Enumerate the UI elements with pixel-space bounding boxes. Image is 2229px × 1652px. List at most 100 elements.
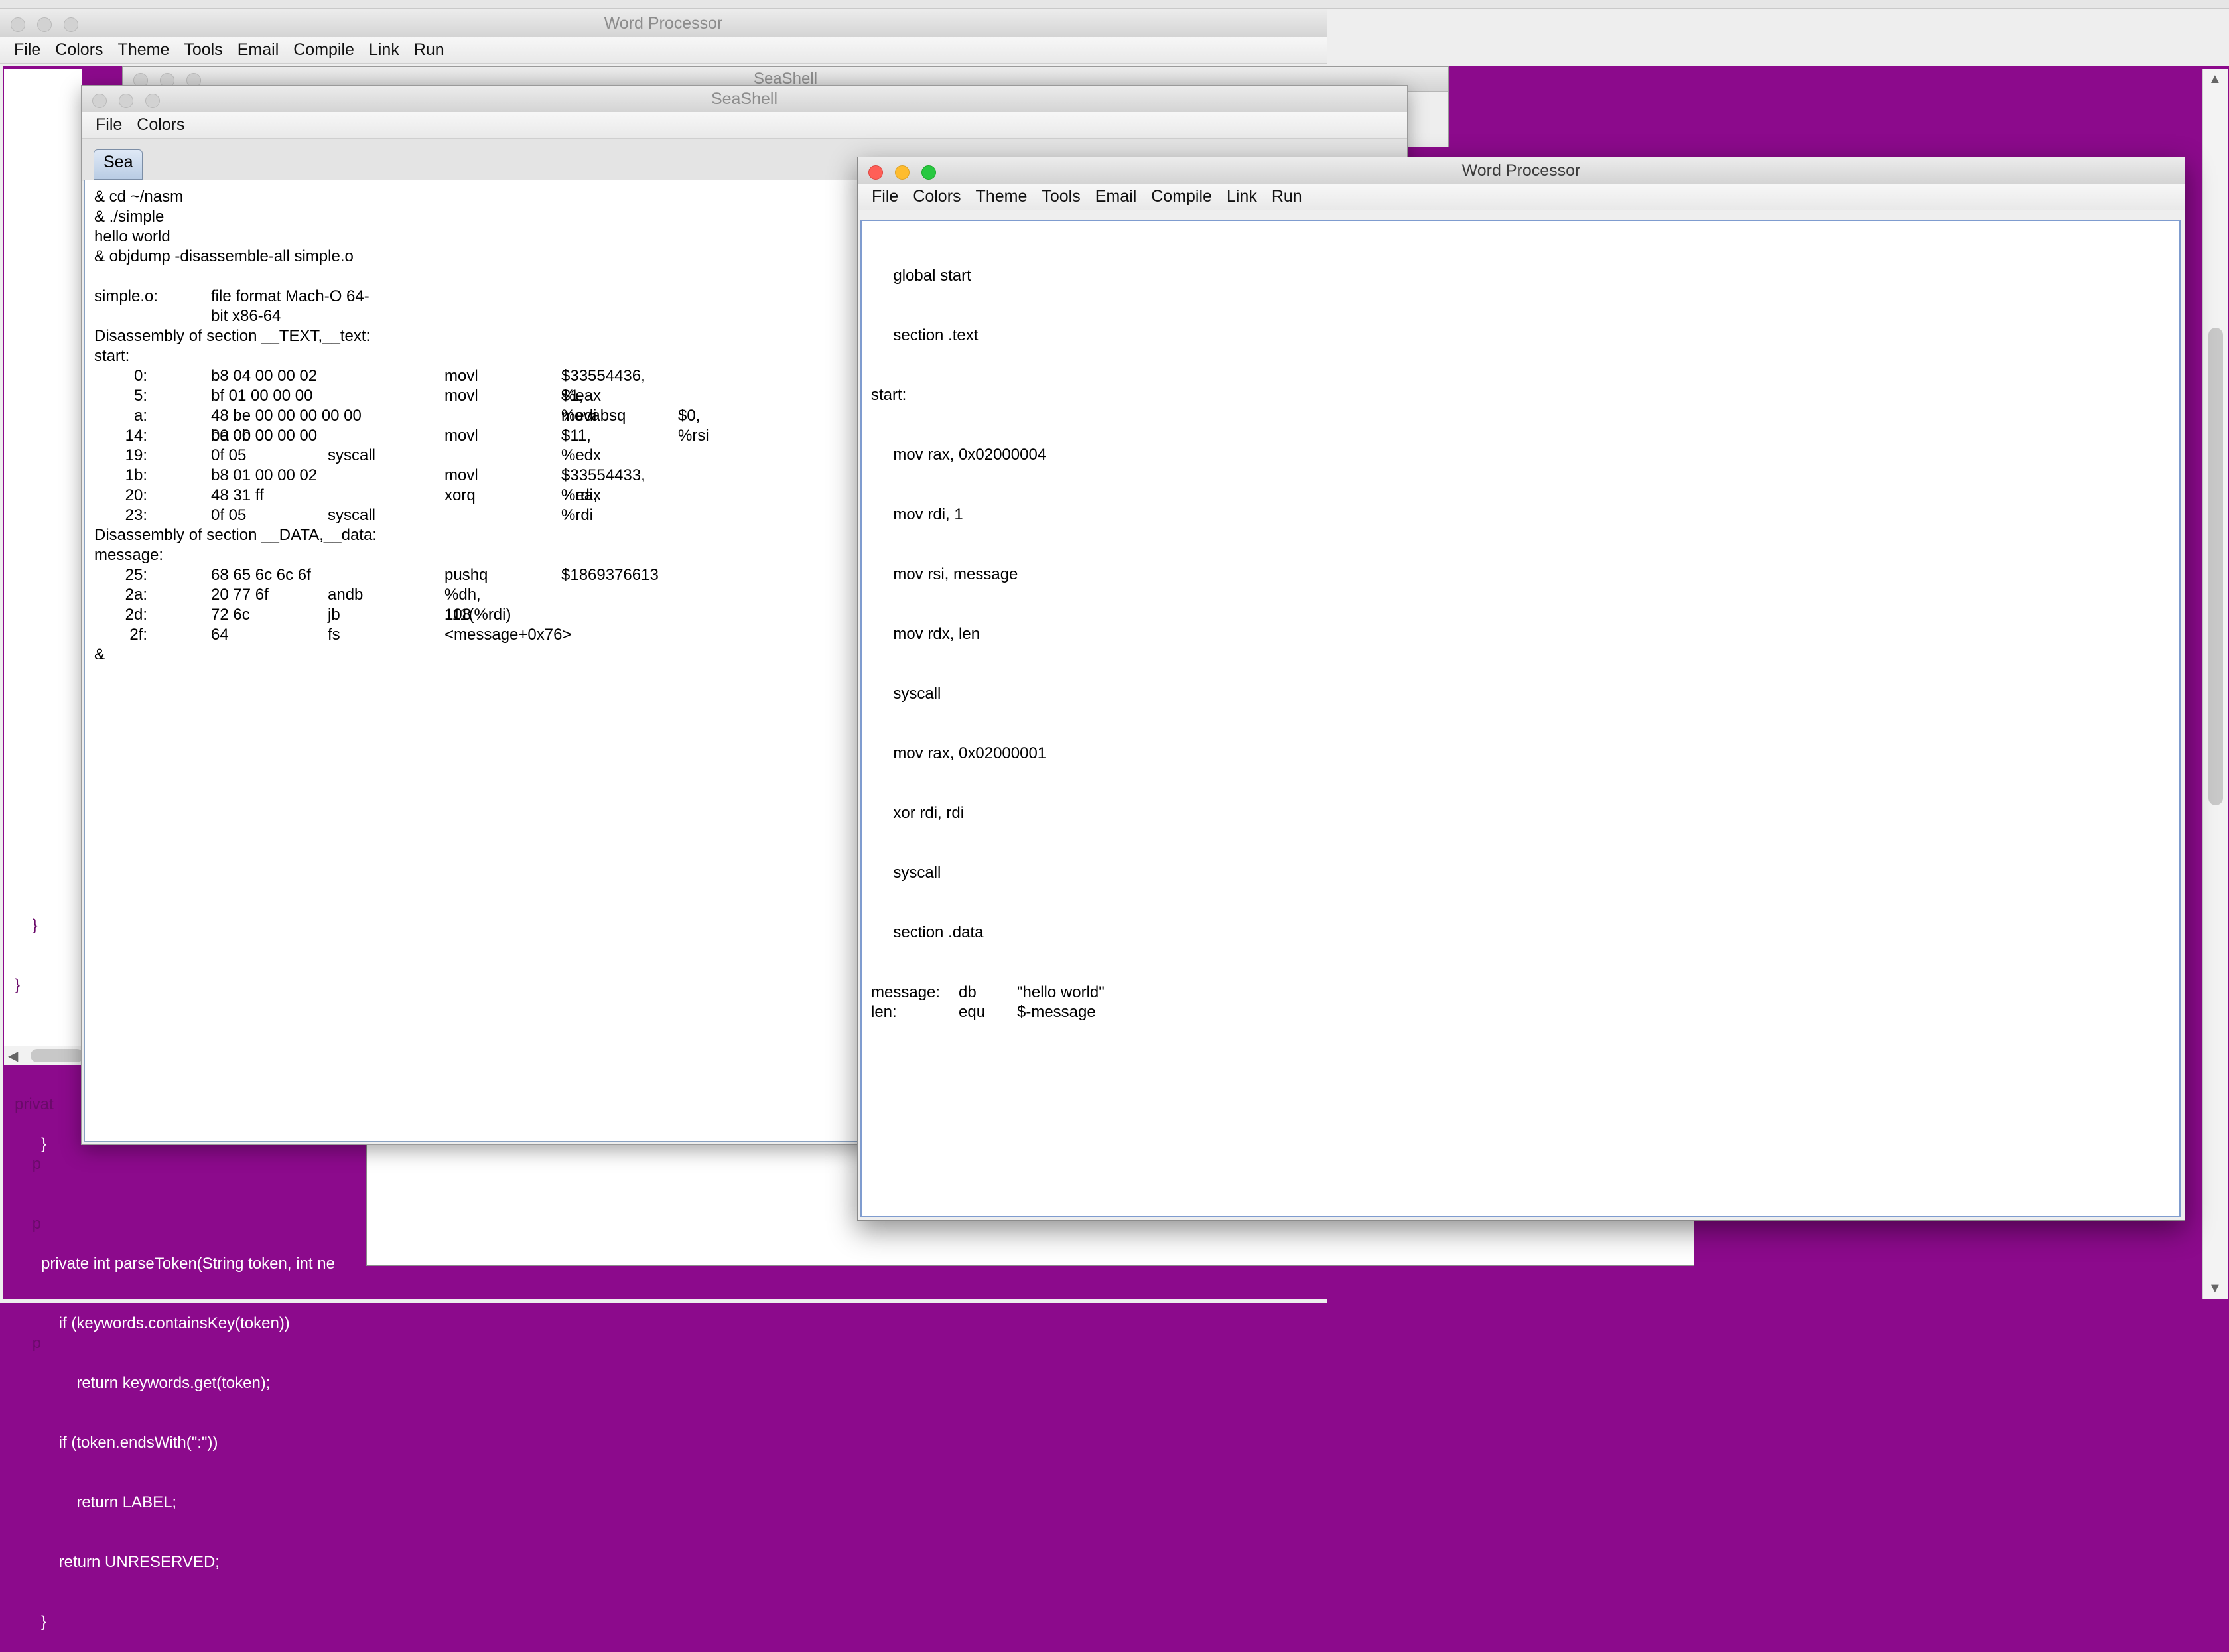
menu-compile[interactable]: Compile: [286, 40, 362, 60]
menu-email[interactable]: Email: [1088, 187, 1144, 206]
bg-window-titlebar[interactable]: Word Processor: [0, 9, 1327, 38]
disasm-operands: %rdi, %rdi: [561, 486, 598, 524]
disasm-mnemonic: movl: [444, 466, 478, 484]
disasm-bytes: b8 01 00 00 02: [211, 466, 318, 484]
bg-window-menubar: File Colors Theme Tools Email Compile Li…: [0, 37, 1327, 64]
disasm-offset: 2d:: [125, 606, 147, 624]
word-processor-titlebar[interactable]: Word Processor: [858, 157, 2185, 184]
bg-vscroll-thumb[interactable]: [2208, 328, 2223, 805]
code-line: if (token.endsWith(":")): [41, 1434, 218, 1452]
menu-email[interactable]: Email: [230, 40, 287, 60]
disasm-row: 19: 0f 05 syscall: [94, 446, 377, 466]
close-icon[interactable]: [92, 94, 107, 108]
code-line: return UNRESERVED;: [41, 1553, 220, 1571]
menu-link[interactable]: Link: [1219, 187, 1264, 206]
disasm-row: 14: ba 0b 00 00 00 movl $11, %edx: [94, 426, 601, 464]
editor-line: mov rsi, message: [871, 565, 1018, 583]
code-line: private int parseToken(String token, int…: [41, 1255, 335, 1273]
scroll-up-icon[interactable]: ▲: [2208, 72, 2222, 87]
zoom-icon[interactable]: [64, 17, 78, 32]
menu-tools[interactable]: Tools: [176, 40, 230, 60]
disasm-mnemonic: xorq: [444, 486, 476, 504]
menu-theme[interactable]: Theme: [969, 187, 1035, 206]
disasm-mnemonic: movl: [444, 427, 478, 445]
menu-colors[interactable]: Colors: [48, 40, 110, 60]
tab-sea[interactable]: Sea: [94, 149, 143, 180]
editor-line: mov rdi, 1: [871, 506, 963, 523]
seashell-controls: [92, 94, 160, 108]
menu-run[interactable]: Run: [1264, 187, 1310, 206]
editor-line: mov rax, 0x02000004: [871, 446, 1047, 464]
bg-hscrollbar[interactable]: ◀: [4, 1046, 84, 1065]
seashell-titlebar[interactable]: SeaShell: [82, 86, 1407, 113]
minimize-icon[interactable]: [895, 165, 910, 180]
bg-code-purple: } private int parseToken(String token, i…: [41, 1095, 335, 1652]
word-processor-editor[interactable]: global start section .text start: mov ra…: [860, 220, 2181, 1217]
editor-line: section .data: [871, 924, 984, 941]
asm-value: $-message: [1017, 1003, 1096, 1021]
minimize-icon[interactable]: [119, 94, 133, 108]
disasm-row: 2f: 64 fs: [94, 625, 377, 645]
disasm-offset: 20:: [125, 486, 147, 504]
console-line: simple.o: file format Mach-O 64-bit x86-…: [94, 287, 377, 325]
menu-file[interactable]: File: [864, 187, 906, 206]
bg-code-line: }: [15, 976, 21, 994]
disasm-mnemonic: movl: [444, 387, 478, 405]
zoom-icon[interactable]: [921, 165, 936, 180]
menu-run[interactable]: Run: [407, 40, 452, 60]
disasm-offset: 0:: [133, 367, 147, 385]
top-strip: [1327, 0, 2229, 66]
menu-tools[interactable]: Tools: [1034, 187, 1087, 206]
close-icon[interactable]: [11, 17, 25, 32]
disasm-offset: 2f:: [129, 626, 147, 644]
menu-colors[interactable]: Colors: [906, 187, 968, 206]
menu-theme[interactable]: Theme: [111, 40, 177, 60]
scroll-down-icon[interactable]: ▼: [2208, 1281, 2222, 1296]
editor-line: mov rax, 0x02000001: [871, 744, 1047, 762]
menu-file[interactable]: File: [7, 40, 48, 60]
editor-line: xor rdi, rdi: [871, 804, 965, 822]
bg-window-controls: [11, 17, 78, 32]
seashell-menubar: File Colors: [82, 112, 1407, 139]
console-line: & cd ~/nasm: [94, 188, 184, 206]
disasm-offset: 5:: [133, 387, 147, 405]
console-line: Disassembly of section __TEXT,__text:: [94, 327, 371, 345]
disasm-data-rows: 25: 68 65 6c 6c 6f pushq $1869376613 2a: 20 7…: [94, 565, 659, 645]
editor-line: message: db "hello world": [871, 983, 1105, 1002]
zoom-icon[interactable]: [145, 94, 160, 108]
asm-directive: equ: [959, 1003, 986, 1021]
editor-line: start:: [871, 386, 907, 404]
console-line: hello world: [94, 228, 170, 245]
console-line: message:: [94, 546, 164, 564]
disasm-mnemonic: pushq: [444, 566, 488, 584]
disasm-row: 20: 48 31 ff xorq %rdi, %rdi: [94, 486, 598, 524]
console-line: & ./simple: [94, 208, 165, 226]
disasm-bytes: 72 6c: [211, 606, 250, 624]
file-format-value: file format Mach-O 64-bit x86-64: [211, 287, 370, 325]
disasm-mnemonic: andb: [328, 586, 364, 604]
menu-link[interactable]: Link: [362, 40, 407, 60]
console-prompt: &: [94, 646, 105, 663]
menu-file[interactable]: File: [88, 115, 129, 135]
disasm-bytes: 68 65 6c 6c 6f: [211, 566, 311, 584]
top-strip-border: [0, 0, 2229, 9]
asm-label: message:: [871, 983, 941, 1001]
menu-compile[interactable]: Compile: [1144, 187, 1219, 206]
bg-vscrollbar[interactable]: ▲ ▼: [2202, 69, 2228, 1299]
disasm-bytes: bf 01 00 00 00: [211, 387, 313, 405]
word-processor-controls: [868, 165, 936, 180]
menu-colors[interactable]: Colors: [129, 115, 192, 135]
bg-window-title: Word Processor: [604, 14, 723, 33]
disasm-mnemonic: jb: [328, 606, 340, 624]
disasm-offset: 23:: [125, 506, 147, 524]
code-line: if (keywords.containsKey(token)): [41, 1314, 290, 1332]
close-icon[interactable]: [868, 165, 883, 180]
disasm-bytes: 0f 05: [211, 506, 247, 524]
editor-line: global start: [871, 267, 971, 285]
scroll-left-icon[interactable]: ◀: [8, 1048, 18, 1064]
bg-hscroll-thumb[interactable]: [31, 1049, 84, 1062]
minimize-icon[interactable]: [37, 17, 52, 32]
disasm-offset: a:: [133, 407, 147, 425]
disasm-row: 5: bf 01 00 00 00 movl $1, %edi: [94, 386, 596, 425]
